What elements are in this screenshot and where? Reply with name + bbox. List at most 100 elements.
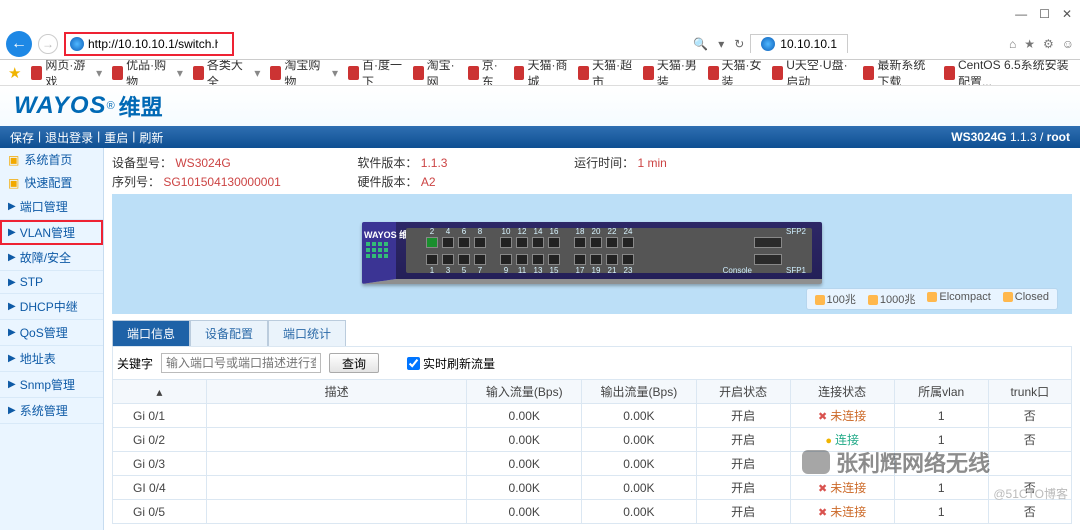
- bookmark-item[interactable]: CentOS 6.5系统安装配置...: [944, 60, 1072, 86]
- refresh-icon[interactable]: ↻: [734, 37, 744, 51]
- sfp1-port[interactable]: [754, 254, 782, 265]
- table-header[interactable]: 输入流量(Bps): [467, 380, 582, 404]
- sidebar-item[interactable]: ▶故障/安全: [0, 245, 103, 271]
- switch-port[interactable]: [500, 254, 512, 265]
- table-header[interactable]: ▴: [113, 380, 207, 404]
- bookmark-item[interactable]: 各类大全: [193, 60, 245, 86]
- bookmark-item[interactable]: U天空·U盘·启动: [772, 60, 853, 86]
- switch-port[interactable]: [606, 254, 618, 265]
- tools-icon[interactable]: ⚙: [1043, 37, 1054, 51]
- switch-port[interactable]: [516, 237, 528, 248]
- model-label: 设备型号：: [112, 156, 172, 170]
- switch-port[interactable]: [458, 254, 470, 265]
- window-max-icon[interactable]: ☐: [1039, 7, 1050, 21]
- topbar-action[interactable]: 保存: [10, 129, 34, 146]
- switch-port[interactable]: [606, 237, 618, 248]
- back-button[interactable]: ←: [6, 31, 32, 57]
- bookmark-icon: [112, 66, 123, 80]
- switch-port[interactable]: [442, 237, 454, 248]
- content-tab[interactable]: 端口信息: [112, 320, 190, 346]
- switch-port[interactable]: [458, 237, 470, 248]
- bookmark-item[interactable]: 优品·购物: [112, 60, 167, 86]
- switch-port[interactable]: [590, 237, 602, 248]
- table-header[interactable]: 输出流量(Bps): [582, 380, 697, 404]
- caret-icon: ▶: [8, 301, 16, 312]
- switch-port[interactable]: [622, 254, 634, 265]
- topbar-ver: 1.1.3: [1010, 130, 1037, 144]
- favorites-icon[interactable]: ★: [1024, 37, 1035, 51]
- keyword-input[interactable]: [161, 353, 321, 373]
- sidebar-home[interactable]: ▣系统首页: [0, 148, 103, 171]
- logo-cn: 维盟: [119, 90, 163, 122]
- bookmark-icon: [643, 66, 654, 80]
- sidebar-item[interactable]: ▶端口管理: [0, 194, 103, 220]
- realtime-checkbox[interactable]: [407, 357, 420, 370]
- sidebar-item[interactable]: ▶DHCP中继: [0, 294, 103, 320]
- smile-icon[interactable]: ☺: [1062, 37, 1074, 51]
- sidebar-item[interactable]: ▶地址表: [0, 346, 103, 372]
- bookmark-item[interactable]: 京·东: [468, 60, 504, 86]
- switch-port[interactable]: [574, 254, 586, 265]
- sidebar-item[interactable]: ▶STP: [0, 271, 103, 294]
- bookmark-item[interactable]: 天猫·超市: [578, 60, 633, 86]
- content-tab[interactable]: 端口统计: [268, 320, 346, 346]
- browser-tab[interactable]: 10.10.10.1: [750, 34, 848, 53]
- switch-port[interactable]: [516, 254, 528, 265]
- table-row[interactable]: Gi 0/30.00K0.00K开启: [113, 452, 1072, 476]
- caret-icon: ▶: [8, 201, 16, 212]
- home-icon[interactable]: ⌂: [1009, 37, 1016, 51]
- url-input[interactable]: [88, 37, 218, 51]
- port-legend: 100兆1000兆ElcompactClosed: [806, 288, 1058, 310]
- table-header[interactable]: 所属vlan: [894, 380, 988, 404]
- switch-port[interactable]: [590, 254, 602, 265]
- switch-port[interactable]: [474, 237, 486, 248]
- bookmark-item[interactable]: 网页·游戏: [31, 60, 86, 86]
- bookmark-item[interactable]: 最新系统下载: [863, 60, 934, 86]
- topbar-action[interactable]: 刷新: [139, 129, 163, 146]
- switch-port[interactable]: [532, 254, 544, 265]
- bookmark-item[interactable]: 淘宝购物: [270, 60, 322, 86]
- switch-port[interactable]: [426, 237, 438, 248]
- logo-en: WAYOS: [14, 92, 107, 120]
- switch-port[interactable]: [426, 254, 438, 265]
- sidebar-quick-config[interactable]: ▣快速配置: [0, 171, 103, 194]
- sidebar-item[interactable]: ▶QoS管理: [0, 320, 103, 346]
- table-header[interactable]: 描述: [206, 380, 467, 404]
- sidebar-item[interactable]: ▶系统管理: [0, 398, 103, 424]
- content-tab[interactable]: 设备配置: [190, 320, 268, 346]
- switch-port[interactable]: [548, 237, 560, 248]
- bookmark-item[interactable]: 天猫·女装: [708, 60, 763, 86]
- table-row[interactable]: Gi 0/50.00K0.00K开启未连接1否: [113, 500, 1072, 524]
- switch-port[interactable]: [532, 237, 544, 248]
- topbar-action[interactable]: 退出登录: [45, 129, 93, 146]
- sidebar-item[interactable]: ▶Snmp管理: [0, 372, 103, 398]
- switch-port[interactable]: [548, 254, 560, 265]
- table-header[interactable]: 开启状态: [696, 380, 790, 404]
- switch-port[interactable]: [474, 254, 486, 265]
- realtime-checkbox-label[interactable]: 实时刷新流量: [407, 355, 495, 372]
- table-row[interactable]: Gi 0/20.00K0.00K开启连接1否: [113, 428, 1072, 452]
- query-button[interactable]: 查询: [329, 353, 379, 373]
- switch-port[interactable]: [442, 254, 454, 265]
- table-row[interactable]: GI 0/40.00K0.00K开启未连接1否: [113, 476, 1072, 500]
- switch-port[interactable]: [500, 237, 512, 248]
- table-header[interactable]: 连接状态: [790, 380, 894, 404]
- window-min-icon[interactable]: —: [1015, 7, 1027, 21]
- switch-port[interactable]: [622, 237, 634, 248]
- switch-port[interactable]: [574, 237, 586, 248]
- table-header[interactable]: trunk口: [988, 380, 1071, 404]
- sidebar-item-label: 故障/安全: [20, 249, 71, 266]
- bookmark-item[interactable]: 百·度一下: [348, 60, 403, 86]
- logo-reg: ®: [107, 100, 115, 112]
- search-icon[interactable]: 🔍: [693, 37, 708, 51]
- bookmark-item[interactable]: 天猫·商城: [514, 60, 569, 86]
- table-row[interactable]: Gi 0/10.00K0.00K开启未连接1否: [113, 404, 1072, 428]
- bookmark-item[interactable]: 天猫·男装: [643, 60, 698, 86]
- window-close-icon[interactable]: ✕: [1062, 7, 1072, 21]
- bookmark-item[interactable]: 淘宝·网: [413, 60, 458, 86]
- forward-button[interactable]: →: [38, 34, 58, 54]
- favorites-star-icon[interactable]: ★: [8, 64, 21, 82]
- sidebar-item[interactable]: ▶VLAN管理: [0, 220, 103, 245]
- topbar-action[interactable]: 重启: [104, 129, 128, 146]
- sfp2-port[interactable]: [754, 237, 782, 248]
